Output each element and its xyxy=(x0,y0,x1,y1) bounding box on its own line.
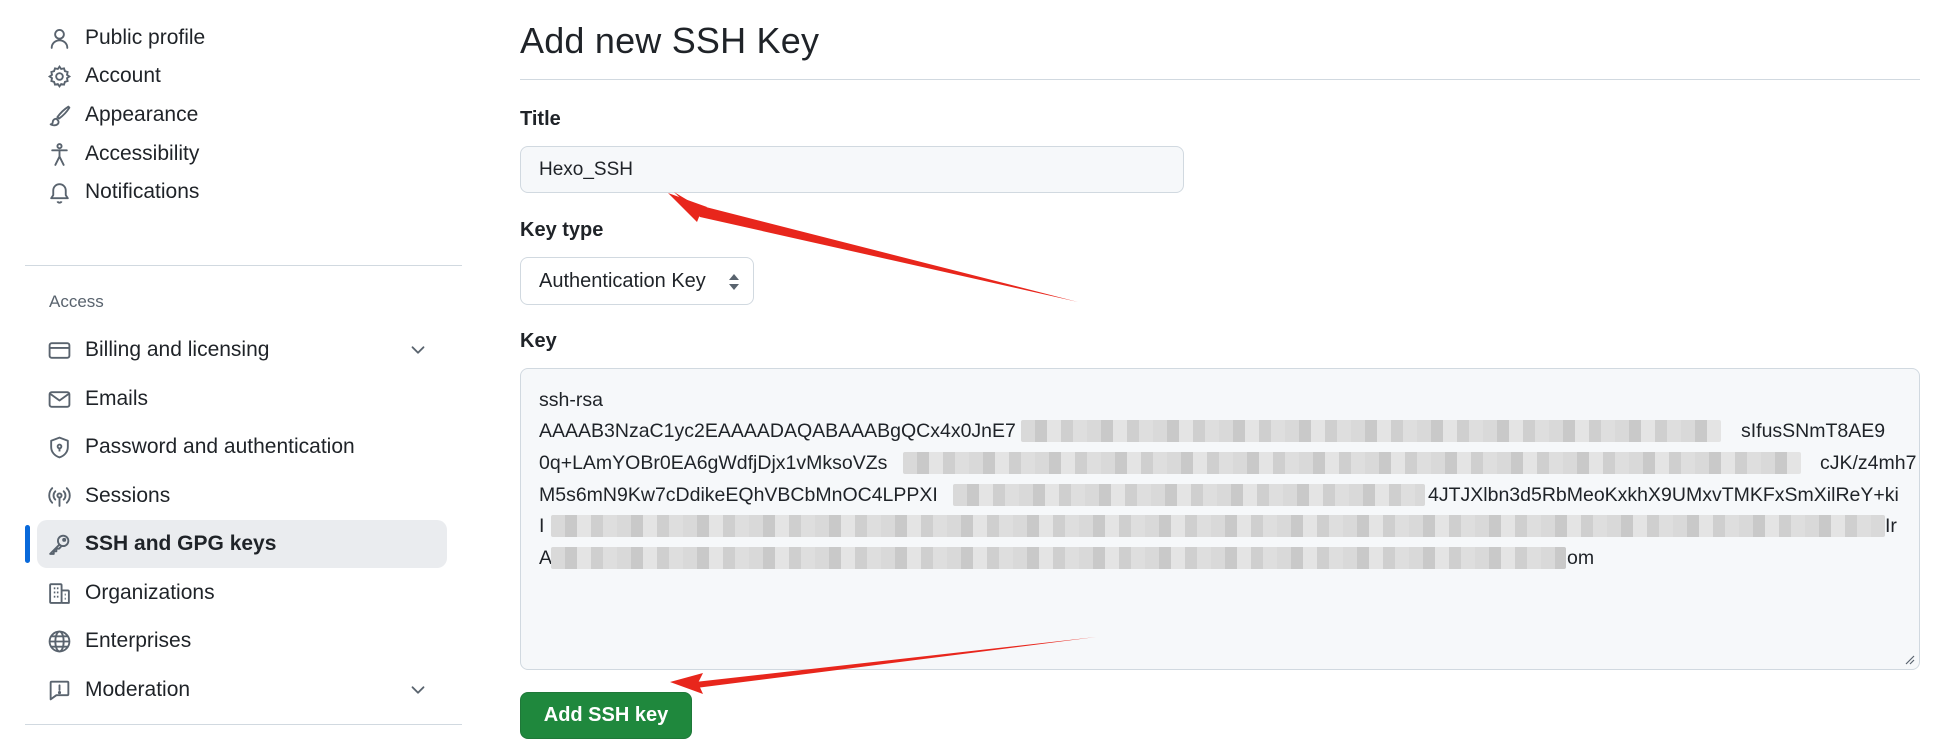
credit-card-icon xyxy=(47,338,72,363)
sidebar-item-moderation[interactable]: Moderation xyxy=(37,666,447,714)
organization-icon xyxy=(47,581,72,606)
title-divider xyxy=(520,79,1920,80)
key-line: cJK/z4mh7 xyxy=(1820,452,1917,474)
sidebar-item-notifications[interactable]: Notifications xyxy=(37,168,447,216)
sidebar-item-label: Appearance xyxy=(85,103,199,126)
key-line: 0q+LAmYOBr0EA6gWdfjDjx1vMksoVZs xyxy=(539,452,888,474)
key-line: M5s6mN9Kw7cDdikeEQhVBCbMnOC4LPPXI xyxy=(539,484,938,506)
sidebar-item-label: Organizations xyxy=(85,581,215,604)
key-line: sIfusSNmT8AE9 xyxy=(1741,420,1886,442)
sidebar-item-label: Password and authentication xyxy=(85,435,355,458)
sidebar-item-label: Account xyxy=(85,64,161,87)
sidebar-item-sessions[interactable]: Sessions xyxy=(37,472,447,520)
title-label: Title xyxy=(520,108,561,130)
key-icon xyxy=(47,532,72,557)
sidebar-item-label: Public profile xyxy=(85,26,206,49)
resize-handle-icon[interactable] xyxy=(1903,653,1915,665)
bell-icon xyxy=(47,180,72,205)
sidebar-item-label: Moderation xyxy=(85,678,191,701)
sidebar-item-label: Sessions xyxy=(85,484,171,507)
globe-icon xyxy=(47,629,72,654)
select-arrows-icon xyxy=(729,274,739,290)
sidebar-item-label: Notifications xyxy=(85,180,200,203)
sidebar-divider xyxy=(25,724,462,725)
sidebar-divider xyxy=(25,265,462,266)
report-icon xyxy=(47,678,72,703)
add-ssh-key-button[interactable]: Add SSH key xyxy=(520,692,692,739)
key-type-label: Key type xyxy=(520,219,604,241)
chevron-down-icon[interactable] xyxy=(407,679,429,701)
accessibility-icon xyxy=(47,142,72,167)
key-textarea[interactable]: ssh-rsa AAAAB3NzaC1yc2EAAAADAQABAAABgQCx… xyxy=(520,368,1920,670)
active-indicator xyxy=(25,525,30,563)
sidebar-item-label: Enterprises xyxy=(85,629,192,652)
redaction-block xyxy=(953,484,1425,506)
key-line: I xyxy=(539,515,545,537)
mail-icon xyxy=(47,387,72,412)
sidebar-item-label: Billing and licensing xyxy=(85,338,270,361)
title-input[interactable] xyxy=(520,146,1184,193)
redaction-block xyxy=(551,547,1566,569)
sidebar-item-label: SSH and GPG keys xyxy=(85,532,277,555)
sidebar-item-emails[interactable]: Emails xyxy=(37,375,447,423)
redaction-block xyxy=(1021,420,1721,442)
sidebar-item-enterprises[interactable]: Enterprises xyxy=(37,617,447,665)
key-line: ssh-rsa xyxy=(539,389,603,411)
person-icon xyxy=(47,26,72,51)
broadcast-icon xyxy=(47,484,72,509)
key-line: 4JTJXlbn3d5RbMeoKxkhX9UMxvTMKFxSmXilReY+… xyxy=(1428,484,1899,506)
settings-sidebar: Public profile Account Appearance Access… xyxy=(25,0,462,748)
paintbrush-icon xyxy=(47,103,72,128)
sidebar-item-label: Emails xyxy=(85,387,149,410)
key-type-value: Authentication Key xyxy=(539,270,706,292)
key-line: AAAAB3NzaC1yc2EAAAADAQABAAABgQCx4x0JnE7 xyxy=(539,420,1016,442)
sidebar-item-label: Accessibility xyxy=(85,142,200,165)
page-title: Add new SSH Key xyxy=(520,20,820,61)
redaction-block xyxy=(903,452,1801,474)
redaction-block xyxy=(551,515,1885,537)
key-type-select[interactable]: Authentication Key xyxy=(520,257,754,305)
sidebar-item-ssh-gpg-keys[interactable]: SSH and GPG keys xyxy=(37,520,447,568)
sidebar-section-heading: Access xyxy=(49,292,104,311)
key-label: Key xyxy=(520,330,557,352)
key-line: om xyxy=(1567,547,1595,569)
sidebar-item-billing[interactable]: Billing and licensing xyxy=(37,326,447,374)
gear-icon xyxy=(47,64,72,89)
shield-lock-icon xyxy=(47,435,72,460)
chevron-down-icon[interactable] xyxy=(407,339,429,361)
sidebar-item-password-authentication[interactable]: Password and authentication xyxy=(37,423,447,471)
sidebar-item-organizations[interactable]: Organizations xyxy=(37,569,447,617)
key-line: Ir xyxy=(1885,515,1897,537)
ssh-key-form: Add new SSH Key Title Key type Authentic… xyxy=(520,0,1920,748)
